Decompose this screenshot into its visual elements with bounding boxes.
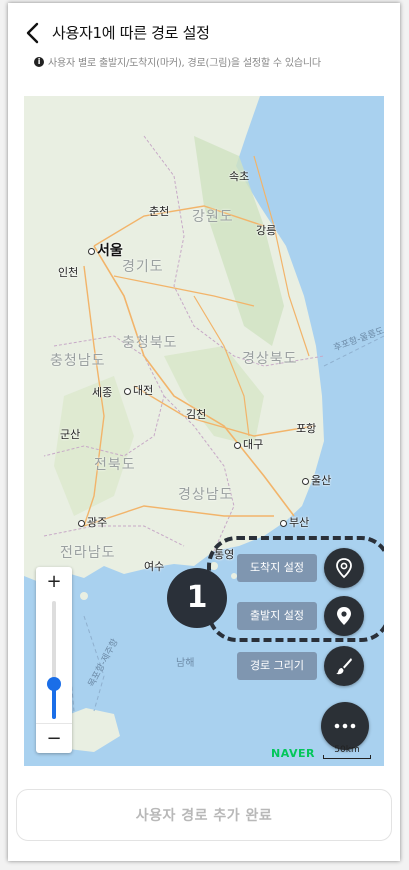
map-label-sejong: 세종 — [92, 386, 113, 399]
daejeon-marker — [124, 387, 131, 395]
map-label-chungbuk: 충청북도 — [122, 335, 178, 351]
map-label-yeosu: 여수 — [144, 560, 165, 573]
zoom-out-button[interactable]: − — [36, 723, 72, 754]
back-arrow-icon[interactable] — [22, 21, 44, 45]
naver-logo: NAVER — [271, 747, 315, 760]
map-label-gyeongnam: 경상남도 — [178, 487, 234, 503]
gwangju-marker — [78, 519, 85, 527]
map-label-gangwon: 강원도 — [192, 209, 234, 225]
map-label-gyeongbuk: 경상북도 — [242, 351, 298, 367]
brush-icon — [336, 658, 352, 675]
map-label-jeonbuk: 전북도 — [94, 457, 136, 473]
origin-marker-button[interactable] — [324, 596, 364, 636]
destination-marker-button[interactable] — [324, 548, 364, 588]
page-title: 사용자1에 따른 경로 설정 — [52, 24, 210, 42]
map-label-daejeon: 대전 — [124, 382, 153, 398]
app-frame: 사용자1에 따른 경로 설정 i 사용자 별로 출발지/도착지(마커), 경로(… — [8, 3, 400, 861]
map-label-namhae: 남해 — [176, 658, 195, 669]
map-label-daegu: 대구 — [234, 436, 263, 452]
info-text: 사용자 별로 출발지/도착지(마커), 경로(그림)을 설정할 수 있습니다 — [48, 58, 321, 69]
draw-route-button[interactable]: 경로 그리기 — [237, 652, 317, 680]
map-label-gangneung: 강릉 — [256, 224, 277, 237]
zoom-slider[interactable] — [47, 601, 61, 719]
brush-button[interactable] — [324, 646, 364, 686]
map-scale: 50km — [323, 745, 371, 759]
map-view[interactable]: 속초 춘천 강원도 강릉 서울 인천 경기도 충청북도 충청남도 경상북도 세종… — [24, 96, 384, 766]
map-label-gwangju: 광주 — [78, 514, 107, 530]
info-icon: i — [34, 56, 44, 67]
map-label-ulsan: 울산 — [302, 472, 331, 488]
location-outline-icon — [336, 558, 352, 579]
map-label-busan: 부산 — [280, 514, 309, 530]
map-label-pohang: 포항 — [296, 422, 317, 435]
map-label-incheon: 인천 — [58, 266, 79, 279]
map-label-gunsan: 군산 — [60, 428, 81, 441]
map-label-sokcho: 속초 — [229, 170, 250, 183]
annotation-number-badge: 1 — [167, 568, 227, 628]
map-label-chuncheon: 춘천 — [149, 205, 170, 218]
map-label-jeonnam: 전라남도 — [60, 545, 116, 561]
busan-marker — [280, 519, 287, 527]
destination-setting-button[interactable]: 도착지 설정 — [237, 554, 317, 582]
zoom-slider-handle[interactable] — [47, 677, 61, 691]
daegu-marker — [234, 441, 241, 449]
info-notice: i 사용자 별로 출발지/도착지(마커), 경로(그림)을 설정할 수 있습니다 — [34, 54, 321, 69]
origin-setting-button[interactable]: 출발지 설정 — [237, 602, 317, 630]
scale-bar — [323, 755, 371, 759]
zoom-control: + − — [36, 567, 72, 753]
scale-label: 50km — [334, 745, 360, 755]
ulsan-marker — [302, 477, 309, 485]
location-filled-icon — [337, 607, 351, 625]
more-dots-icon — [334, 723, 356, 729]
map-label-seoul: 서울 — [88, 240, 123, 260]
map-label-gyeonggi: 경기도 — [122, 259, 164, 275]
complete-button[interactable]: 사용자 경로 추가 완료 — [16, 789, 392, 841]
map-label-gimcheon: 김천 — [186, 408, 207, 421]
zoom-in-button[interactable]: + — [36, 567, 72, 597]
header: 사용자1에 따른 경로 설정 i 사용자 별로 출발지/도착지(마커), 경로(… — [8, 3, 400, 69]
seoul-marker — [88, 247, 95, 255]
more-options-button[interactable] — [321, 702, 369, 750]
map-label-chungnam: 충청남도 — [50, 353, 106, 369]
